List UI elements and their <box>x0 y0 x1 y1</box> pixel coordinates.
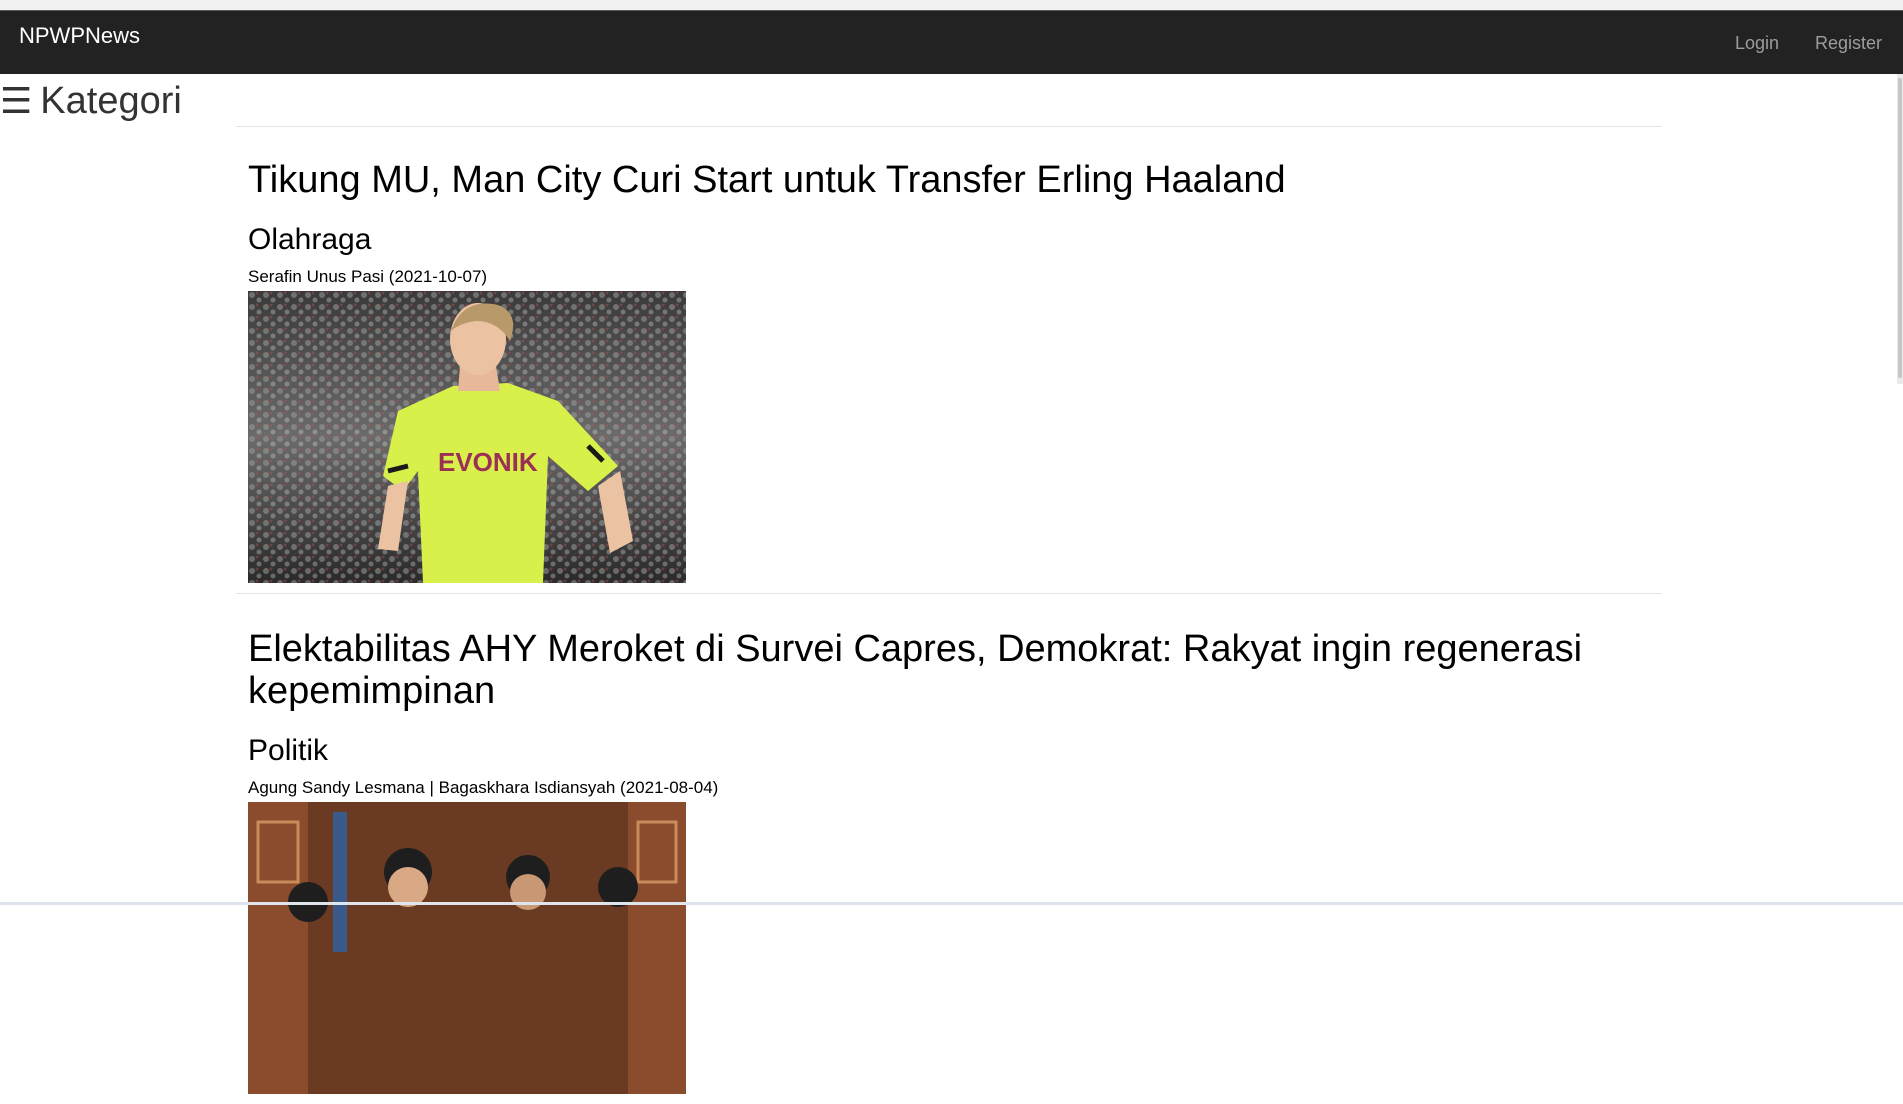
svg-text:EVONIK: EVONIK <box>438 447 538 477</box>
browser-top-strip <box>0 0 1903 11</box>
article-category: Politik <box>248 734 329 767</box>
article-thumbnail[interactable]: EVONIK <box>248 291 686 583</box>
top-navbar: NPWPNews Login Register <box>0 11 1903 74</box>
article-title[interactable]: Elektabilitas AHY Meroket di Survei Capr… <box>248 628 1650 712</box>
register-link[interactable]: Register <box>1815 31 1882 55</box>
article-meta: Agung Sandy Lesmana | Bagaskhara Isdians… <box>248 778 719 797</box>
kategori-toggle[interactable]: ☰ Kategori <box>0 79 182 123</box>
article-thumbnail[interactable] <box>248 802 686 1094</box>
kategori-label: Kategori <box>40 80 182 122</box>
scrollbar-thumb[interactable] <box>1898 78 1902 378</box>
article-item: Elektabilitas AHY Meroket di Survei Capr… <box>236 593 1662 1104</box>
article-list: Tikung MU, Man City Curi Start untuk Tra… <box>236 126 1662 1104</box>
hamburger-menu-icon: ☰ <box>0 80 33 121</box>
login-link[interactable]: Login <box>1735 31 1779 55</box>
article-title[interactable]: Tikung MU, Man City Curi Start untuk Tra… <box>248 159 1650 201</box>
article-category: Olahraga <box>248 223 372 256</box>
brand-link[interactable]: NPWPNews <box>19 23 140 49</box>
article-meta: Serafin Unus Pasi (2021-10-07) <box>248 267 488 286</box>
article-item: Tikung MU, Man City Curi Start untuk Tra… <box>236 126 1662 593</box>
